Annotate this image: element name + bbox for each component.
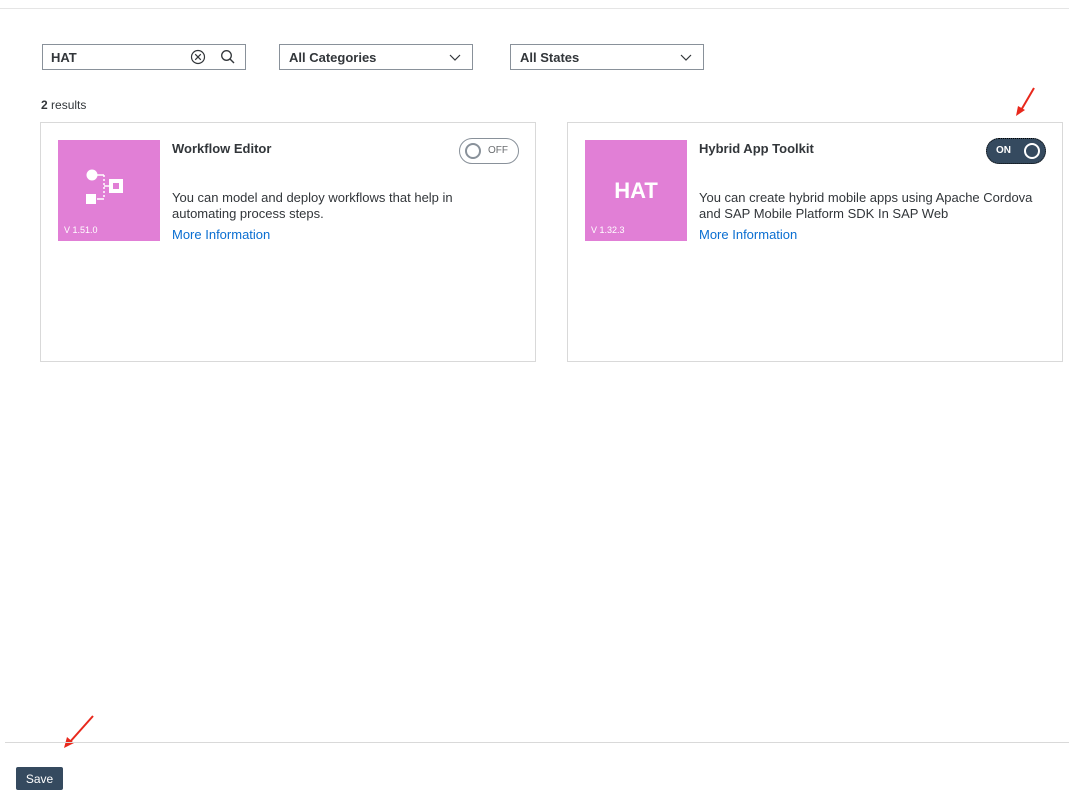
category-select[interactable]: All Categories [279,44,473,70]
results-count-suffix: results [51,98,87,112]
state-select[interactable]: All States [510,44,704,70]
tile-text: HAT [614,178,658,203]
chevron-down-icon [680,54,692,61]
workflow-icon [86,169,123,204]
results-count-number: 2 [41,98,48,112]
enable-toggle-hybrid-app-toolkit[interactable]: ON [986,138,1046,164]
toggle-label: OFF [488,145,508,156]
state-select-value: All States [520,50,580,65]
search-input[interactable] [43,45,183,69]
clear-icon[interactable] [189,48,207,66]
extension-tile: HAT V 1.32.3 [585,140,687,241]
footer-divider [5,742,1069,743]
card-description: You can model and deploy workflows that … [172,190,453,221]
search-field[interactable] [42,44,246,70]
enable-toggle-workflow-editor[interactable]: OFF [459,138,519,164]
annotation-arrow-icon [1016,87,1035,116]
category-select-value: All Categories [289,50,377,65]
card-title: Workflow Editor [172,141,272,156]
annotation-arrow-icon [64,715,94,748]
tile-version: V 1.32.3 [591,225,625,235]
extension-card-workflow-editor: V 1.51.0 Workflow Editor OFF You can mod… [40,122,536,362]
toggle-label: ON [996,145,1011,156]
extension-card-hybrid-app-toolkit: HAT V 1.32.3 Hybrid App Toolkit ON You c… [567,122,1063,362]
card-title: Hybrid App Toolkit [699,141,814,156]
tile-version: V 1.51.0 [64,225,98,235]
top-divider [0,8,1069,9]
toggle-knob [1024,143,1040,159]
results-count: 2 results [41,98,86,112]
toggle-knob [465,143,481,159]
more-information-link[interactable]: More Information [172,227,270,242]
chevron-down-icon [449,54,461,61]
search-icon[interactable] [219,48,237,66]
more-information-link[interactable]: More Information [699,227,797,242]
card-description: You can create hybrid mobile apps using … [699,190,1033,221]
extension-tile: V 1.51.0 [58,140,160,241]
save-button[interactable]: Save [16,767,63,790]
